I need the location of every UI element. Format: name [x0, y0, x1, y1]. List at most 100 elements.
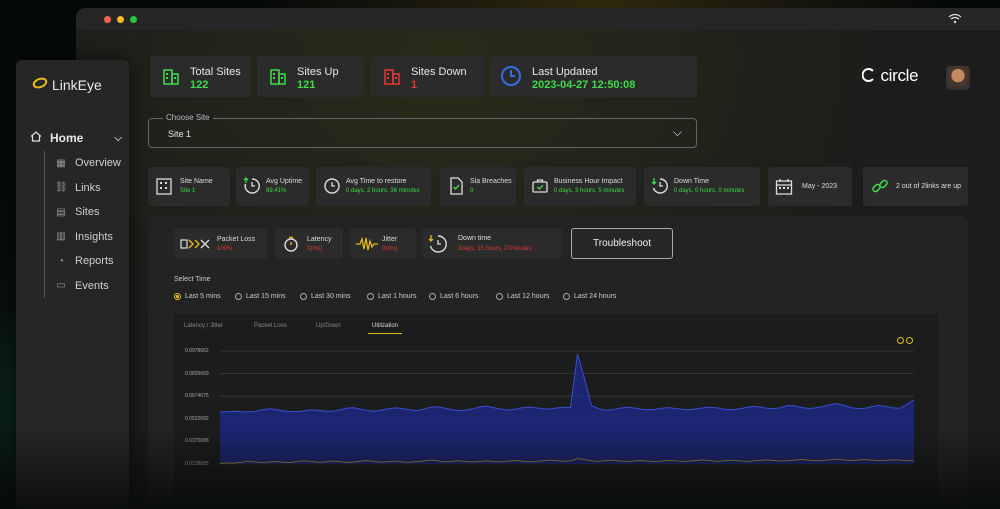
time-option-label: Last 12 hours [507, 293, 550, 300]
link-metric-title: Down time [458, 235, 492, 242]
link-metric-title: Latency [307, 236, 332, 243]
stat-label: Total Sites [190, 66, 241, 78]
time-option-label: Last 6 hours [440, 293, 479, 300]
home-subnav: ▦ Overview ⛓ Links ▤ Sites ▥ Insights ◔ Repor… [44, 151, 129, 298]
building-icon [163, 69, 179, 85]
nav-home[interactable]: Home ⌵ [30, 131, 122, 145]
time-option-5m[interactable]: Last 5 mins [174, 293, 235, 300]
time-option-6h[interactable]: Last 6 hours [429, 293, 496, 300]
stat-last-updated: Last Updated 2023-04-27 12:50:08 [490, 56, 697, 97]
app-name: LinkEye [52, 76, 102, 93]
link-metric-title: Jitter [382, 236, 398, 243]
time-range-radio-group: Last 5 mins Last 15 mins Last 30 mins La… [174, 293, 616, 300]
radio-icon [429, 293, 436, 300]
sidebar-item-overview[interactable]: ▦ Overview [55, 151, 129, 176]
user-avatar[interactable] [946, 66, 970, 90]
linkeye-logo-icon [32, 76, 48, 93]
site-select-value: Site 1 [168, 129, 192, 139]
sidebar-item-label: Insights [75, 230, 113, 243]
sites-icon: ▤ [56, 206, 66, 218]
packet-loss-icon [180, 239, 210, 249]
metric-value: 0 days, 0 hours, 0 minutes [674, 188, 745, 194]
stat-sites-up: Sites Up 121 [257, 56, 364, 97]
sidebar-item-label: Events [75, 279, 109, 292]
metric-title: Avg Time to restore [346, 178, 407, 185]
brand-name: circle [880, 66, 919, 85]
stopwatch-icon [284, 236, 298, 252]
link-icon: ⛓ [55, 182, 68, 194]
radio-icon [235, 293, 242, 300]
metric-value: 0 days, 3 hours, 5 minutes [554, 188, 625, 194]
sidebar-item-links[interactable]: ⛓ Links [55, 176, 129, 201]
sidebar-item-label: Links [75, 181, 101, 194]
metric-value: 0 days, 2 hours, 36 minutes [346, 188, 420, 194]
radio-icon [300, 293, 307, 300]
link-metric-jitter: Jitter 0(ms) [350, 228, 416, 259]
sidebar-item-sites[interactable]: ▤ Sites [55, 200, 129, 225]
home-icon [30, 131, 42, 145]
radio-icon [563, 293, 570, 300]
time-option-24h[interactable]: Last 24 hours [563, 293, 616, 300]
link-metric-value: 100% [217, 246, 233, 252]
site-select[interactable]: Choose Site Site 1 ⌵ [148, 113, 697, 148]
link-metric-value: 0(ms) [382, 246, 398, 252]
series-line [219, 353, 915, 413]
metric-title: Site Name [180, 178, 213, 185]
sidebar-item-insights[interactable]: ▥ Insights [55, 225, 129, 250]
metric-sla-breaches: Sla Breaches 0 [440, 167, 516, 206]
circle-logo-icon [861, 66, 880, 85]
events-icon: ▭ [56, 280, 66, 292]
stat-label: Sites Up [297, 66, 339, 78]
metric-title: Avg Uptime [266, 178, 303, 185]
metric-value: Site 1 [180, 188, 196, 194]
clock-icon [501, 66, 521, 86]
calendar-icon [775, 179, 793, 195]
link-metric-value: 0(ms) [307, 246, 323, 252]
month-label: May - 2023 [802, 183, 838, 190]
utilization-chart-card: Latency / Jitter Packet Loss Up/Down Uti… [174, 314, 938, 509]
downtime-clock-icon [651, 178, 668, 194]
metric-avg-uptime: Avg Uptime 99.41% [236, 167, 309, 206]
select-time-label: Select Time [174, 276, 211, 283]
close-window-button[interactable] [104, 15, 111, 23]
reports-icon: ◔ [57, 255, 65, 267]
briefcase-icon [532, 179, 548, 193]
radio-icon [496, 293, 503, 300]
link-metric-down-time: Down time 3days, 15 hours, 27minutes [422, 228, 562, 259]
time-option-label: Last 24 hours [574, 293, 617, 300]
time-option-12h[interactable]: Last 12 hours [496, 293, 563, 300]
metric-title: Down Time [674, 178, 710, 185]
metric-down-time: Down Time 0 days, 0 hours, 0 minutes [644, 167, 760, 206]
time-option-1h[interactable]: Last 1 hours [367, 293, 429, 300]
utilization-chart [219, 350, 915, 465]
building-icon [384, 69, 400, 85]
stat-value: 2023-04-27 12:50:08 [532, 79, 636, 91]
link-icon [872, 179, 888, 193]
sidebar-item-events[interactable]: ▭ Events [55, 274, 129, 299]
sidebar-item-reports[interactable]: ◔ Reports [55, 249, 129, 274]
month-picker[interactable]: May - 2023 [768, 167, 852, 206]
building-icon [270, 69, 286, 85]
link-metric-title: Packet Loss [217, 236, 256, 243]
link-metric-packet-loss: Packet Loss 100% [174, 228, 267, 259]
app-logo[interactable]: LinkEye [16, 60, 129, 93]
sidebar-item-label: Reports [75, 255, 114, 268]
troubleshoot-button[interactable]: Troubleshoot [571, 228, 673, 259]
clock-icon [324, 178, 340, 194]
jitter-wave-icon [356, 237, 378, 251]
time-option-30m[interactable]: Last 30 mins [300, 293, 367, 300]
nav-home-label: Home [50, 131, 84, 145]
maximize-window-button[interactable] [130, 15, 137, 23]
time-option-label: Last 5 mins [185, 293, 221, 300]
chevron-down-icon: ⌵ [672, 125, 682, 139]
chevron-down-icon: ⌵ [114, 132, 122, 144]
time-option-label: Last 15 mins [246, 293, 286, 300]
downtime-clock-icon [428, 235, 447, 253]
metric-title: Sla Breaches [470, 178, 512, 185]
minimize-window-button[interactable] [117, 15, 124, 23]
metric-value: 0 [470, 188, 474, 194]
time-option-label: Last 1 hours [378, 293, 417, 300]
metric-title: Business Hour Impact [554, 178, 623, 185]
time-option-15m[interactable]: Last 15 mins [235, 293, 300, 300]
document-check-icon [450, 177, 463, 195]
